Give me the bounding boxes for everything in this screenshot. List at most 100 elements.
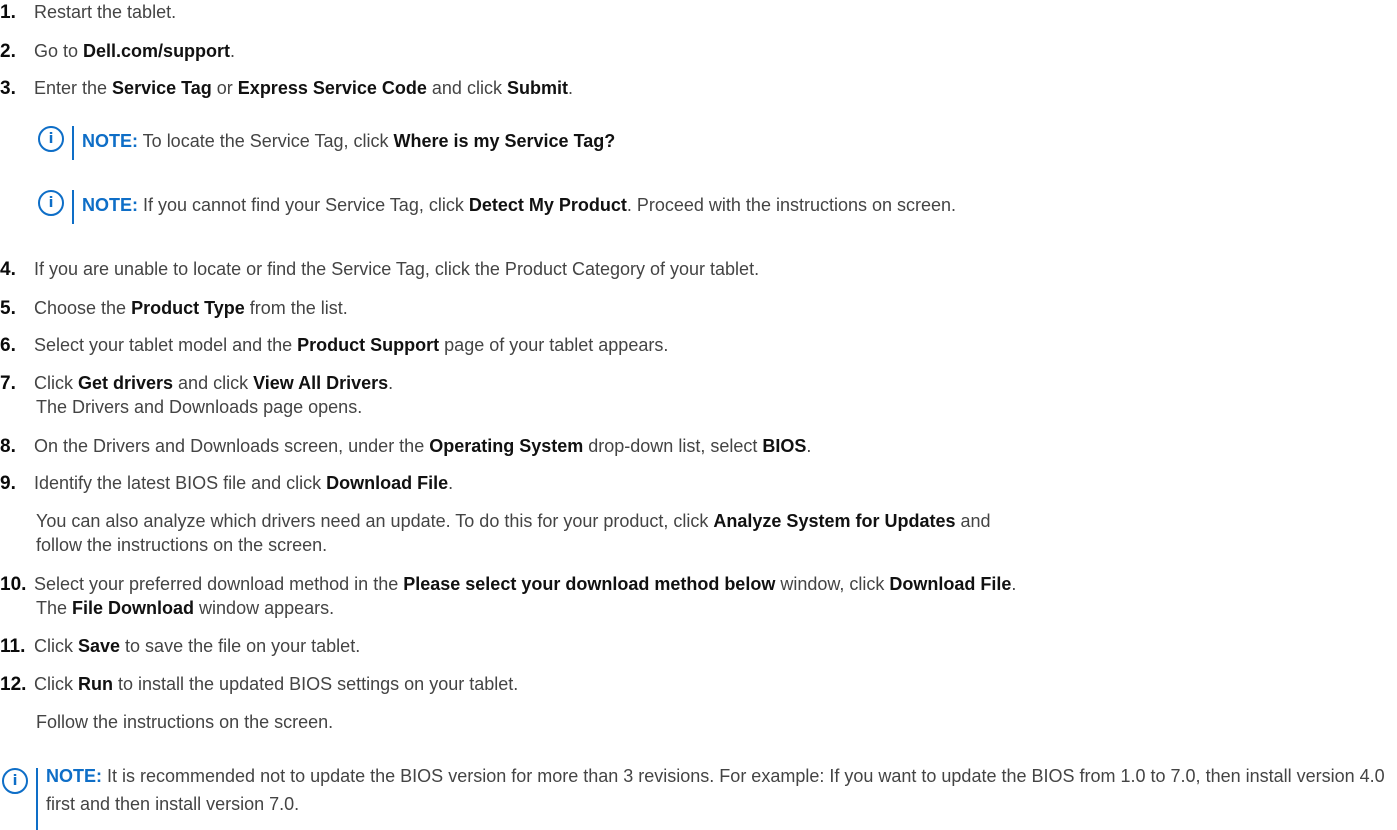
text-segment: .: [567, 78, 573, 98]
bold-term: Please select your download method below: [403, 574, 776, 594]
note-body: If you cannot find your Service Tag, cli…: [138, 195, 956, 215]
note-text: NOTE: It is recommended not to update th…: [46, 762, 1396, 818]
bold-term: Download File: [889, 574, 1012, 594]
step-number: 8.: [0, 436, 16, 457]
info-icon: i: [38, 190, 64, 216]
step-text: Click Get drivers and click View All Dri…: [34, 373, 393, 393]
step-1: 1. Restart the tablet.: [0, 0, 176, 25]
step-text: Click Run to install the updated BIOS se…: [34, 674, 518, 694]
step-10: 10. Select your preferred download method…: [0, 572, 1016, 597]
text-segment: window appears.: [194, 598, 335, 618]
step-5: 5. Choose the Product Type from the list.: [0, 296, 348, 321]
note-label: NOTE:: [82, 195, 138, 215]
note-detect-product: i NOTE: If you cannot find your Service …: [38, 190, 1378, 230]
step-number: 7.: [0, 373, 16, 394]
step-number: 11.: [0, 636, 26, 657]
bold-term: Service Tag: [112, 78, 212, 98]
step-text: On the Drivers and Downloads screen, und…: [34, 436, 811, 456]
bold-term: Operating System: [429, 436, 584, 456]
note-service-tag: i NOTE: To locate the Service Tag, click…: [38, 126, 1338, 166]
text-segment: .: [388, 373, 394, 393]
step-12-result: Follow the instructions on the screen.: [36, 710, 333, 734]
text-segment: from the list.: [244, 298, 348, 318]
step-4: 4. If you are unable to locate or find th…: [0, 257, 759, 282]
text-segment: Go to: [34, 41, 84, 61]
bold-term: BIOS: [762, 436, 807, 456]
bold-term: Where is my Service Tag?: [393, 131, 616, 151]
note-text: NOTE: To locate the Service Tag, click W…: [82, 129, 615, 153]
step-text: Enter the Service Tag or Express Service…: [34, 78, 573, 98]
text-segment: or: [211, 78, 238, 98]
text-segment: The: [36, 598, 73, 618]
bold-term: Run: [78, 674, 113, 694]
info-icon: i: [38, 126, 64, 152]
text-segment: Select your tablet model and the: [34, 335, 298, 355]
note-text: NOTE: If you cannot find your Service Ta…: [82, 193, 956, 217]
text-segment: Click: [34, 636, 78, 656]
note-bios-revisions: i NOTE: It is recommended not to update …: [2, 764, 1396, 830]
bold-term: Analyze System for Updates: [713, 511, 956, 531]
text-segment: You can also analyze which drivers need …: [36, 511, 714, 531]
text-segment: window, click: [775, 574, 890, 594]
bold-term: Save: [78, 636, 121, 656]
note-divider: [36, 768, 38, 830]
step-number: 6.: [0, 335, 16, 356]
step-2: 2. Go to Dell.com/support.: [0, 39, 235, 64]
step-text: Go to Dell.com/support.: [34, 41, 235, 61]
step-text: Select your tablet model and the Product…: [34, 335, 668, 355]
text-segment: Select your preferred download method in…: [34, 574, 404, 594]
step-10-result: The File Download window appears.: [36, 596, 334, 620]
text-segment: The Drivers and Downloads page opens.: [36, 397, 363, 417]
text-segment: follow the instructions on the screen.: [36, 535, 328, 555]
text-segment: and click: [173, 373, 254, 393]
step-7-result: The Drivers and Downloads page opens.: [36, 395, 362, 419]
note-body: To locate the Service Tag, click Where i…: [138, 131, 616, 151]
text-segment: To locate the Service Tag, click: [138, 131, 394, 151]
bold-term: Get drivers: [78, 373, 174, 393]
step-8: 8. On the Drivers and Downloads screen, u…: [0, 434, 811, 459]
step-11: 11. Click Save to save the file on your t…: [0, 634, 360, 659]
text-segment: and click: [426, 78, 507, 98]
note-label: NOTE:: [46, 766, 102, 786]
text-segment: Follow the instructions on the screen.: [36, 712, 334, 732]
text-segment: It is recommended not to update the BIOS…: [46, 766, 1385, 814]
bold-term: Express Service Code: [237, 78, 427, 98]
note-divider: [72, 190, 74, 224]
bold-term: Dell.com/support: [83, 41, 231, 61]
text-segment: .: [448, 473, 454, 493]
text-segment: page of your tablet appears.: [439, 335, 669, 355]
note-divider: [72, 126, 74, 160]
step-number: 9.: [0, 473, 16, 494]
step-text: Select your preferred download method in…: [34, 574, 1016, 594]
bold-term: Product Type: [131, 298, 245, 318]
bold-term: View All Drivers: [253, 373, 389, 393]
text-segment: Choose the: [34, 298, 132, 318]
text-segment: . Proceed with the instructions on scree…: [626, 195, 957, 215]
text-segment: If you cannot find your Service Tag, cli…: [138, 195, 469, 215]
step-text: If you are unable to locate or find the …: [34, 259, 759, 279]
step-number: 1.: [0, 2, 16, 23]
step-3: 3. Enter the Service Tag or Express Servi…: [0, 76, 573, 101]
bold-term: File Download: [72, 598, 195, 618]
bold-term: Product Support: [297, 335, 440, 355]
note-label: NOTE:: [82, 131, 138, 151]
step-text: Identify the latest BIOS file and click …: [34, 473, 453, 493]
step-7: 7. Click Get drivers and click View All D…: [0, 371, 393, 396]
text-segment: to install the updated BIOS settings on …: [113, 674, 519, 694]
bold-term: Submit: [506, 78, 568, 98]
bold-term: Detect My Product: [468, 195, 627, 215]
text-segment: .: [1011, 574, 1017, 594]
bold-term: Download File: [326, 473, 449, 493]
step-text: Restart the tablet.: [34, 2, 176, 22]
text-segment: to save the file on your tablet.: [120, 636, 361, 656]
step-number: 10.: [0, 574, 27, 595]
text-segment: drop-down list, select: [583, 436, 763, 456]
step-text: Choose the Product Type from the list.: [34, 298, 348, 318]
step-9-info-line-2: follow the instructions on the screen.: [36, 533, 327, 557]
step-number: 2.: [0, 41, 16, 62]
text-segment: Enter the: [34, 78, 113, 98]
step-number: 3.: [0, 78, 16, 99]
text-segment: Restart the tablet.: [34, 2, 177, 22]
text-segment: Click: [34, 674, 78, 694]
text-segment: Click: [34, 373, 78, 393]
